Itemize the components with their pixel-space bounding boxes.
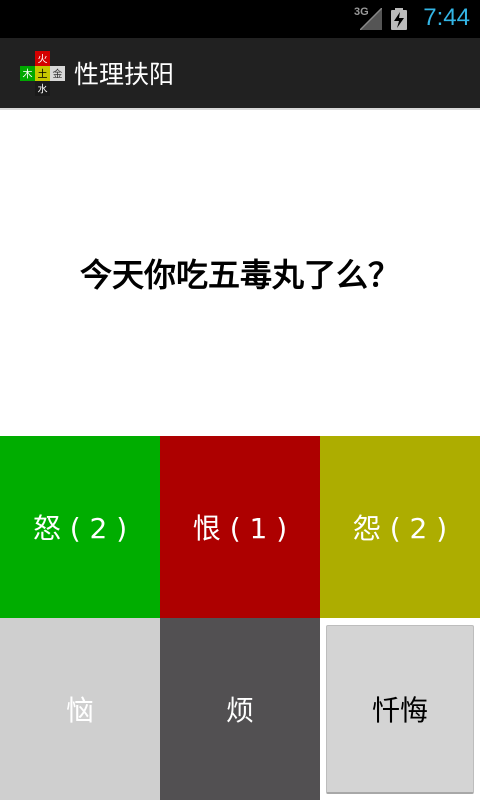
- app-logo-icon[interactable]: 火 木 土 金 水: [20, 51, 66, 97]
- resentment-button[interactable]: 怨 ( 2 ): [320, 436, 480, 618]
- question-area: 今天你吃五毒丸了么？: [0, 110, 480, 436]
- logo-char-bottom: 水: [38, 84, 48, 96]
- logo-char-top: 火: [38, 54, 48, 66]
- question-text: 今天你吃五毒丸了么？: [79, 256, 400, 294]
- vexation-button-label: 烦: [225, 694, 254, 727]
- hatred-button-label: 恨 ( 1 ): [192, 512, 288, 545]
- logo-char-left: 木: [23, 69, 33, 81]
- logo-char-center: 土: [38, 68, 48, 81]
- annoyance-button[interactable]: 恼: [0, 618, 160, 800]
- battery-charging-icon: [391, 8, 407, 30]
- anger-button-label: 怒 ( 2 ): [32, 512, 128, 545]
- resentment-button-label: 怨 ( 2 ): [352, 512, 448, 545]
- repent-button-container: 忏悔: [320, 618, 480, 800]
- clock: 7:44: [423, 4, 470, 31]
- signal-icon: [360, 8, 382, 30]
- action-bar: 火 木 土 金 水 性理扶阳: [0, 38, 480, 110]
- logo-char-right: 金: [53, 68, 63, 81]
- anger-button[interactable]: 怒 ( 2 ): [0, 436, 160, 618]
- hatred-button[interactable]: 恨 ( 1 ): [160, 436, 320, 618]
- vexation-button[interactable]: 烦: [160, 618, 320, 800]
- repent-button-label: 忏悔: [371, 694, 428, 727]
- annoyance-button-label: 恼: [65, 694, 94, 727]
- repent-button[interactable]: 忏悔: [326, 625, 474, 794]
- status-bar: 3G 7:44: [0, 0, 480, 38]
- app-title: 性理扶阳: [74, 60, 175, 89]
